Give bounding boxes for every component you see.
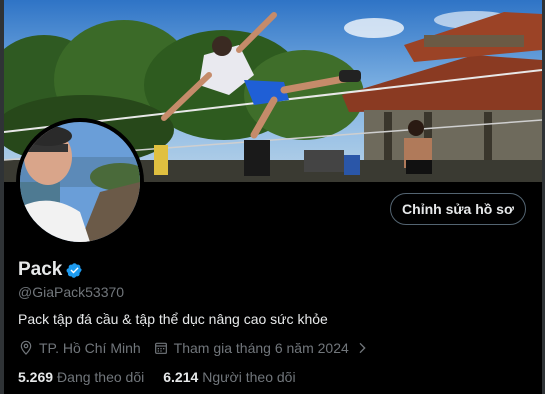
followers-link[interactable]: 6.214 Người theo dõi: [163, 369, 295, 385]
following-count: 5.269: [18, 369, 54, 385]
joined-text: Tham gia tháng 6 năm 2024: [173, 340, 349, 356]
follow-stats: 5.269 Đang theo dõi 6.214 Người theo dõi: [18, 369, 315, 385]
profile-handle: @GiaPack53370: [18, 284, 125, 300]
location-pin-icon: [20, 340, 32, 355]
chevron-right-icon[interactable]: [354, 340, 370, 356]
following-link[interactable]: 5.269 Đang theo dõi: [18, 369, 144, 385]
profile-name: Pack: [18, 259, 63, 280]
following-label: Đang theo dõi: [57, 369, 145, 385]
profile-meta: TP. Hồ Chí Minh Tham gia tháng 6 năm 202…: [18, 340, 382, 356]
followers-count: 6.214: [163, 369, 199, 385]
calendar-icon: [154, 342, 167, 354]
joined-item[interactable]: Tham gia tháng 6 năm 2024: [153, 340, 370, 356]
profile-avatar[interactable]: [16, 118, 144, 246]
edit-profile-button[interactable]: Chỉnh sửa hồ sơ: [390, 193, 526, 225]
location-item: TP. Hồ Chí Minh: [18, 340, 141, 356]
profile-bio: Pack tập đá cầu & tập thể dục nâng cao s…: [18, 311, 328, 327]
followers-label: Người theo dõi: [202, 369, 296, 385]
location-text: TP. Hồ Chí Minh: [39, 340, 141, 356]
verified-badge-icon[interactable]: [66, 262, 83, 279]
profile-page: Chỉnh sửa hồ sơ Pack @GiaPack53370 Pack …: [0, 0, 545, 394]
profile-name-row: Pack: [18, 259, 83, 281]
avatar-photo: [20, 122, 140, 242]
